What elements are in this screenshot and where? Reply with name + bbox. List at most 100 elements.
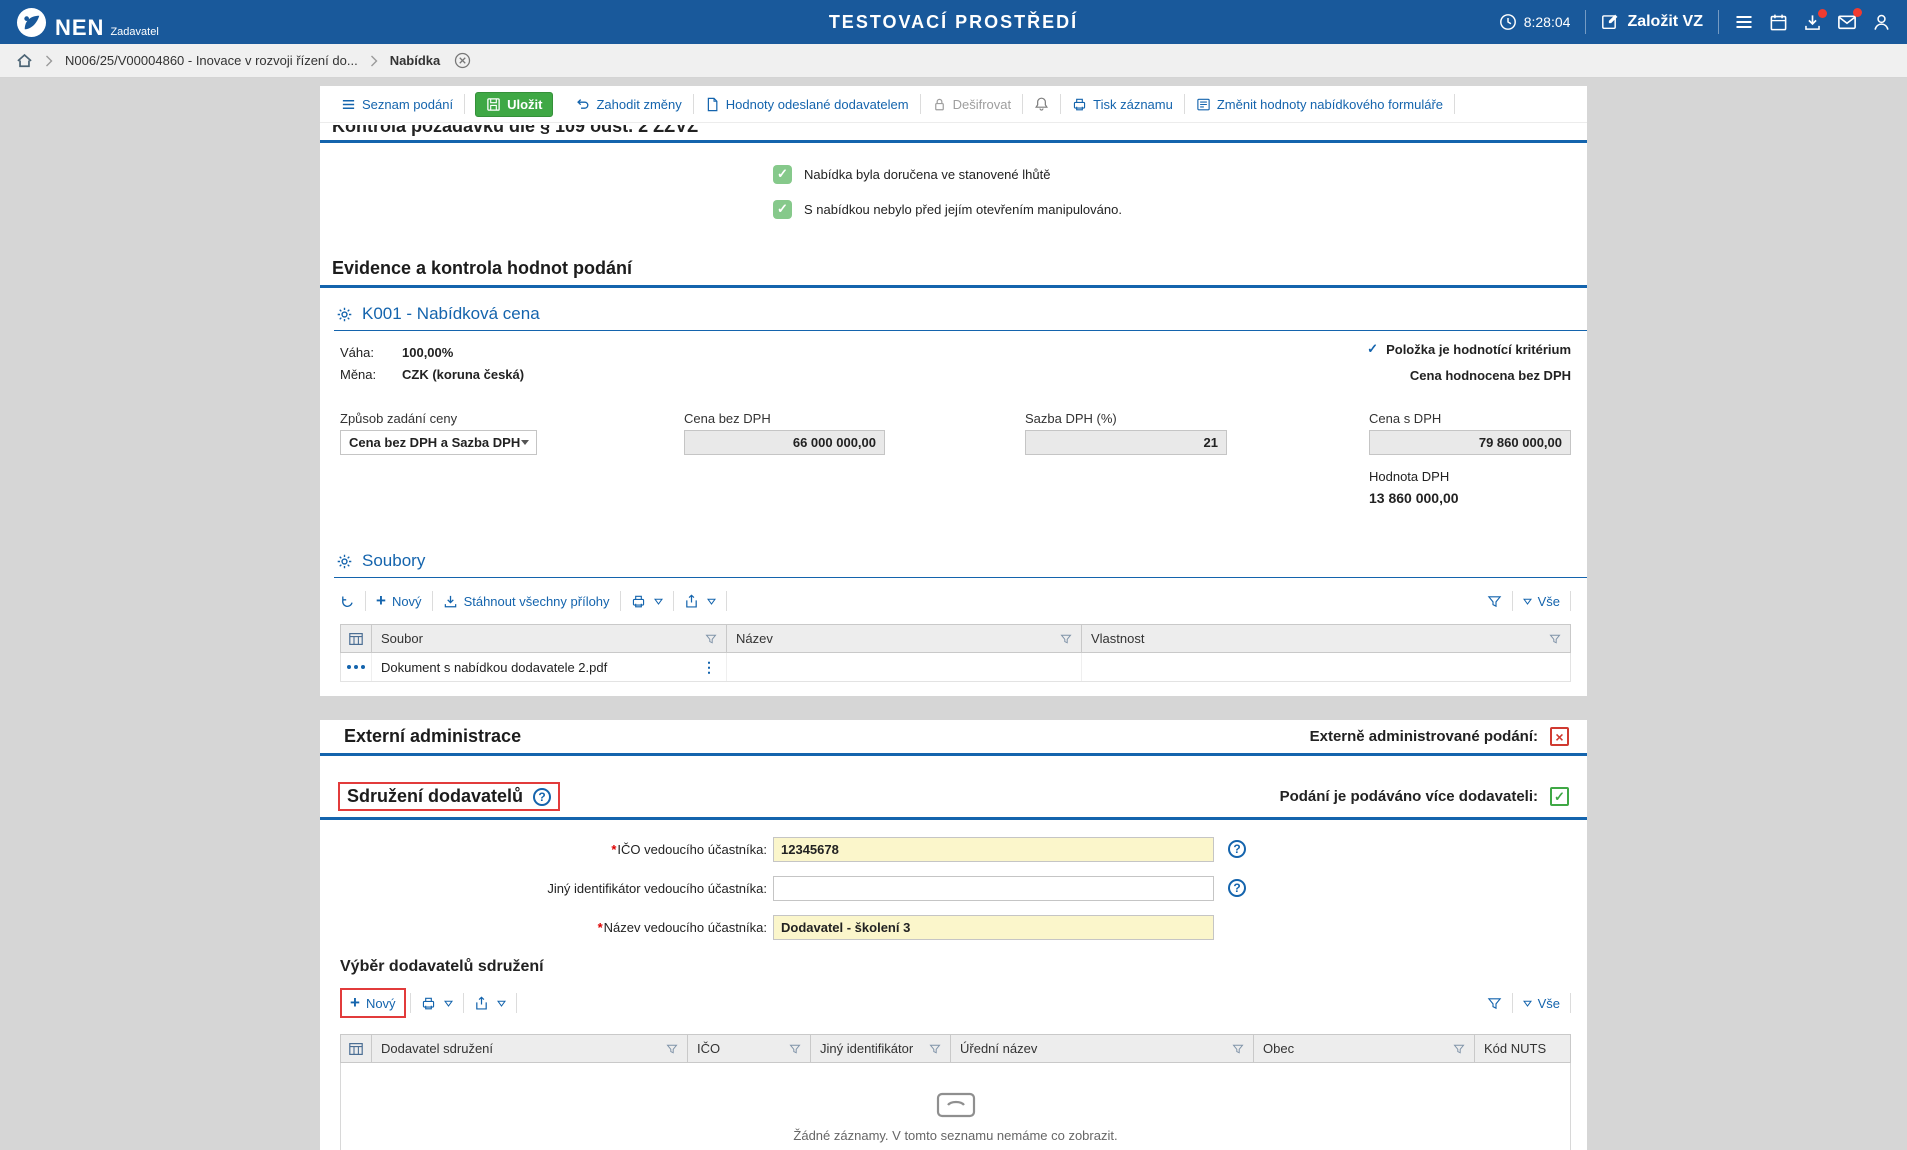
check-icon: ✓ xyxy=(1367,341,1378,357)
leader-name-input[interactable] xyxy=(773,915,1214,940)
filter-icon[interactable] xyxy=(1060,633,1072,645)
export-button[interactable] xyxy=(674,591,727,611)
empty-envelope-icon xyxy=(936,1092,976,1118)
submission-status-checks: ✓ Nabídka byla doručena ve stanovené lhů… xyxy=(773,163,1587,220)
form-row-ico: *IČO vedoucího účastníka: ? xyxy=(320,836,1587,862)
section-kontrola-title-clipped: Kontrola požadavků dle § 109 odst. 2 ZZV… xyxy=(320,125,1587,140)
column-header-soubor[interactable]: Soubor xyxy=(372,625,727,652)
file-name[interactable]: Dokument s nabídkou dodavatele 2.pdf xyxy=(381,660,607,675)
home-icon[interactable] xyxy=(16,52,33,69)
criterion-flag: ✓ Položka je hodnotící kritérium xyxy=(1367,341,1571,357)
help-icon[interactable]: ? xyxy=(1228,840,1246,858)
filter-icon[interactable] xyxy=(1453,1043,1465,1055)
change-form-values-button[interactable]: Změnit hodnoty nabídkového formuláře xyxy=(1185,94,1455,114)
filter-icon[interactable] xyxy=(705,633,717,645)
required-mark: * xyxy=(611,842,616,857)
section-rule xyxy=(320,753,1587,756)
file-cell[interactable]: Dokument s nabídkou dodavatele 2.pdf ⋮ xyxy=(372,653,727,681)
view-all-dropdown[interactable]: Vše xyxy=(1513,591,1571,611)
downloads-icon[interactable] xyxy=(1803,13,1822,32)
mail-icon[interactable] xyxy=(1837,12,1857,32)
table-row[interactable]: Dokument s nabídkou dodavatele 2.pdf ⋮ xyxy=(340,653,1571,682)
filter-icon[interactable] xyxy=(666,1043,678,1055)
consortium-header: Sdružení dodavatelů ? Podání je podáváno… xyxy=(320,782,1587,811)
filter-icon[interactable] xyxy=(1549,633,1561,645)
help-icon[interactable]: ? xyxy=(1228,879,1246,897)
price-method-select[interactable]: Cena bez DPH a Sazba DPH xyxy=(340,430,537,455)
external-admin-title: Externí administrace xyxy=(344,726,521,747)
row-menu-icon[interactable]: ⋮ xyxy=(702,659,717,676)
vat-rate-input[interactable] xyxy=(1025,430,1227,455)
price-without-vat-flag: Cena hodnocena bez DPH xyxy=(1410,368,1571,383)
price-with-vat-input[interactable] xyxy=(1369,430,1571,455)
row-handle-icon[interactable] xyxy=(341,653,372,681)
help-icon[interactable]: ? xyxy=(533,788,551,806)
breadcrumb-case[interactable]: N006/25/V00004860 - Inovace v rozvoji ří… xyxy=(65,53,358,68)
column-header-vlastnost[interactable]: Vlastnost xyxy=(1082,625,1570,652)
filter-icon[interactable] xyxy=(789,1043,801,1055)
print-record-button[interactable]: Tisk záznamu xyxy=(1061,94,1185,114)
new-file-button[interactable]: + Nový xyxy=(366,591,433,611)
consortium-checkbox[interactable]: ✓ xyxy=(1550,787,1569,806)
chevron-down-icon xyxy=(654,598,663,605)
subsection-rule xyxy=(334,330,1587,331)
nen-logo[interactable]: NEN Zadavatel xyxy=(16,7,159,38)
view-all-dropdown[interactable]: Vše xyxy=(1513,993,1571,1013)
k001-title: K001 - Nabídková cena xyxy=(362,304,540,324)
calendar-icon[interactable] xyxy=(1769,13,1788,32)
filter-icon[interactable] xyxy=(1487,993,1513,1013)
refresh-icon[interactable] xyxy=(340,591,366,611)
subsection-rule xyxy=(334,577,1587,578)
print-list-button[interactable] xyxy=(410,993,464,1013)
submissions-list-button[interactable]: Seznam podání xyxy=(330,94,465,114)
table-settings-icon[interactable] xyxy=(341,625,372,652)
column-header-obec[interactable]: Obec xyxy=(1254,1035,1475,1062)
column-header-ico[interactable]: IČO xyxy=(688,1035,811,1062)
chevron-down-icon xyxy=(521,440,529,445)
status-check-text: Nabídka byla doručena ve stanovené lhůtě xyxy=(804,167,1050,182)
create-vz-button[interactable]: Založit VZ xyxy=(1601,13,1703,31)
column-header-jiny-identifikator[interactable]: Jiný identifikátor xyxy=(811,1035,951,1062)
decrypt-button[interactable]: Dešifrovat xyxy=(921,94,1024,114)
logo-text: NEN xyxy=(55,18,104,38)
section-rule xyxy=(320,140,1587,143)
discard-changes-button[interactable]: Zahodit změny xyxy=(563,94,693,114)
column-header-nazev[interactable]: Název xyxy=(727,625,1082,652)
column-header-dodavatel[interactable]: Dodavatel sdružení xyxy=(372,1035,688,1062)
close-tab-icon[interactable] xyxy=(454,52,471,69)
section-rule xyxy=(320,285,1587,288)
download-all-attachments-button[interactable]: Stáhnout všechny přílohy xyxy=(433,591,621,611)
clock-icon xyxy=(1499,13,1517,31)
new-supplier-highlight: + Nový xyxy=(340,988,406,1018)
column-header-kod-nuts[interactable]: Kód NUTS xyxy=(1475,1035,1570,1062)
gear-icon xyxy=(336,306,353,323)
ico-input[interactable] xyxy=(773,837,1214,862)
bell-icon[interactable] xyxy=(1023,94,1061,114)
external-admin-checkbox[interactable]: × xyxy=(1550,727,1569,746)
column-header-uredni-nazev[interactable]: Úřední název xyxy=(951,1035,1254,1062)
files-toolbar: + Nový Stáhnout všechny přílohy xyxy=(340,588,1571,614)
price-without-vat-label: Cena bez DPH xyxy=(684,411,885,426)
menu-icon[interactable] xyxy=(1734,12,1754,32)
print-list-button[interactable] xyxy=(621,591,674,611)
supplier-selection-table: Dodavatel sdružení IČO Jiný identifikáto… xyxy=(340,1034,1571,1150)
breadcrumb: N006/25/V00004860 - Inovace v rozvoji ří… xyxy=(0,44,1907,78)
section-rule xyxy=(320,817,1587,820)
other-id-input[interactable] xyxy=(773,876,1214,901)
filter-icon[interactable] xyxy=(1487,591,1513,611)
vat-amount-label: Hodnota DPH xyxy=(1369,469,1459,484)
price-without-vat-input[interactable] xyxy=(684,430,885,455)
k001-info: Váha: 100,00% Měna: CZK (koruna česká) ✓… xyxy=(340,341,1587,385)
new-supplier-button[interactable]: + Nový xyxy=(350,993,396,1013)
filter-icon[interactable] xyxy=(1232,1043,1244,1055)
nen-logo-icon xyxy=(16,7,47,38)
save-button[interactable]: Uložit xyxy=(475,92,553,117)
supplier-values-button[interactable]: Hodnoty odeslané dodavatelem xyxy=(694,94,921,114)
vat-rate-label: Sazba DPH (%) xyxy=(1025,411,1227,426)
user-icon[interactable] xyxy=(1872,13,1891,32)
filter-icon[interactable] xyxy=(929,1043,941,1055)
session-time: 8:28:04 xyxy=(1524,14,1571,30)
consortium-title: Sdružení dodavatelů xyxy=(347,786,523,807)
export-button[interactable] xyxy=(464,993,517,1013)
table-settings-icon[interactable] xyxy=(341,1035,372,1062)
